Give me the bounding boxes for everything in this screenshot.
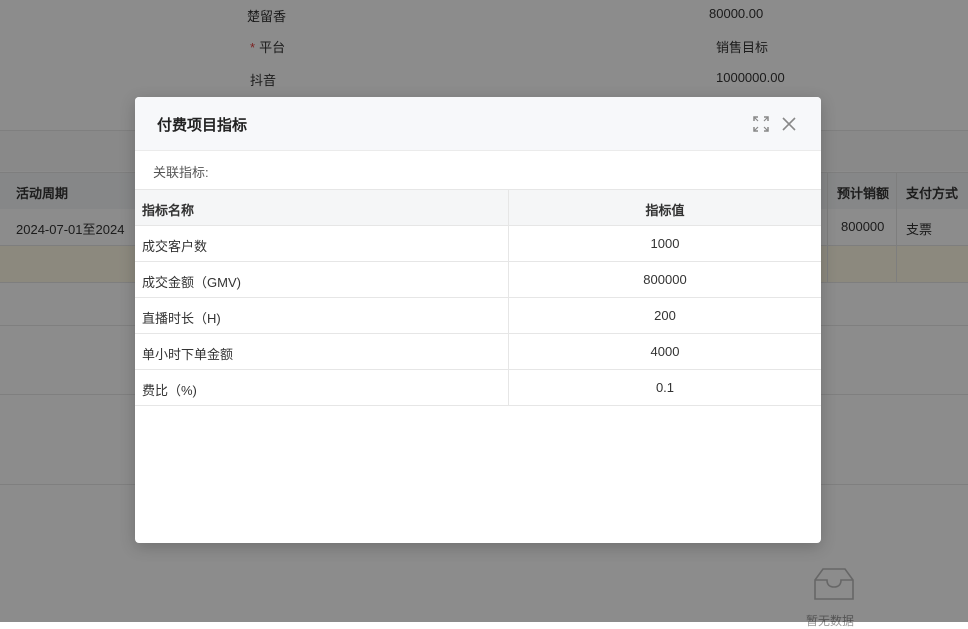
column-header-name: 指标名称 (142, 203, 195, 218)
indicator-name: 费比（%) (142, 383, 197, 398)
modal-title: 付费项目指标 (157, 117, 248, 134)
indicator-value: 1000 (650, 236, 680, 251)
indicator-name: 直播时长（H) (142, 311, 221, 326)
table-row[interactable]: 成交客户数 1000 (135, 226, 821, 262)
table-row[interactable]: 直播时长（H) 200 (135, 298, 821, 334)
fullscreen-icon[interactable] (752, 115, 770, 133)
indicator-table-header: 指标名称 指标值 (135, 189, 821, 226)
indicator-name: 成交客户数 (142, 239, 208, 254)
indicator-value: 4000 (650, 344, 680, 359)
column-header-value: 指标值 (645, 203, 685, 218)
indicator-value: 800000 (643, 272, 687, 287)
table-row[interactable]: 单小时下单金额 4000 (135, 334, 821, 370)
table-row[interactable]: 成交金额（GMV) 800000 (135, 262, 821, 298)
indicator-name: 单小时下单金额 (142, 347, 234, 362)
indicator-value: 0.1 (655, 380, 675, 395)
modal-header: 付费项目指标 (135, 97, 821, 151)
indicator-value: 200 (654, 308, 676, 323)
indicator-modal: 付费项目指标 关联指标: 指标名称 指标值 成交客户数 1000 成交金额（GM… (135, 97, 821, 543)
indicator-table: 指标名称 指标值 成交客户数 1000 成交金额（GMV) 800000 直播时… (135, 189, 821, 406)
indicator-name: 成交金额（GMV) (142, 275, 241, 290)
table-row[interactable]: 费比（%) 0.1 (135, 370, 821, 406)
close-icon[interactable] (780, 115, 798, 133)
related-indicators-label: 关联指标: (153, 165, 209, 180)
